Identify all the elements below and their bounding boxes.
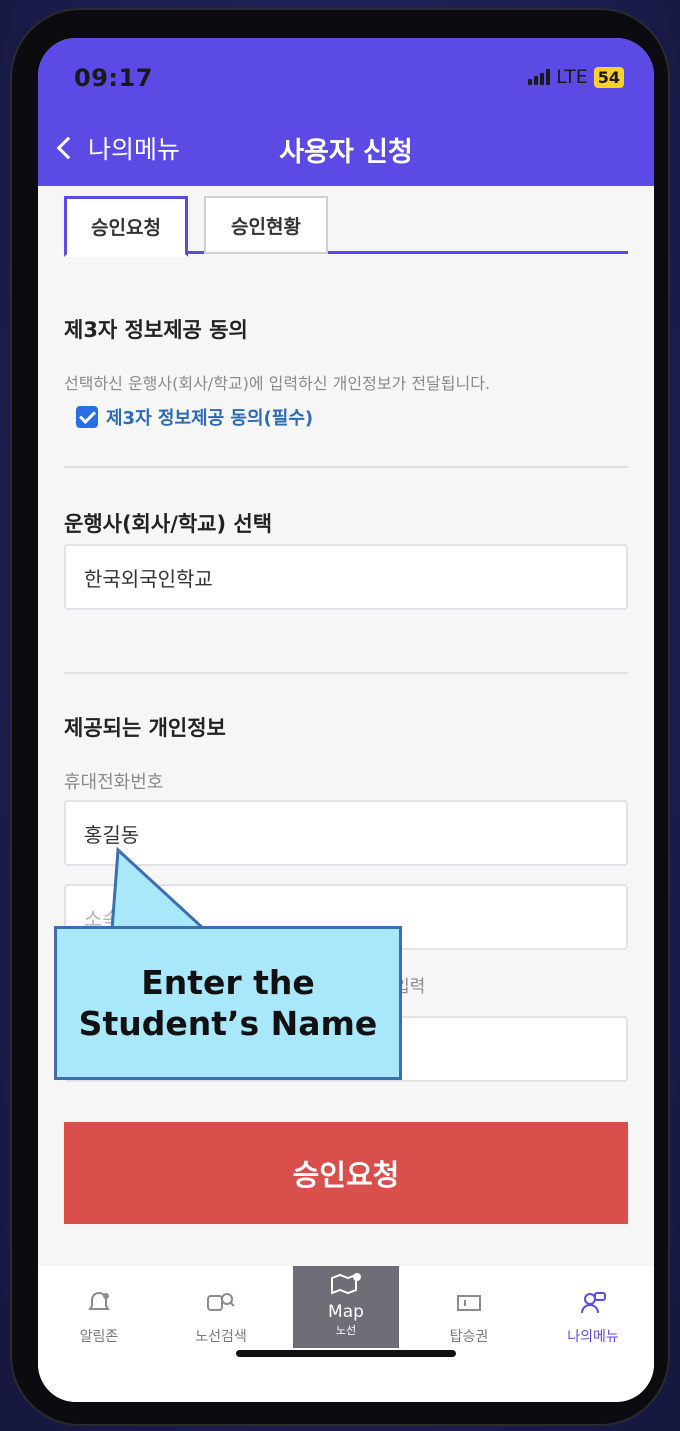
network-label: LTE	[556, 66, 588, 88]
divider	[64, 672, 628, 674]
home-indicator	[236, 1350, 456, 1357]
consent-title: 제3자 정보제공 동의	[64, 318, 248, 342]
nav-label: 탑승권	[449, 1329, 489, 1345]
app-header: 09:17 LTE 54 나의메뉴 사용자 신청	[38, 38, 654, 186]
consent-description: 선택하신 운행사(회사/학교)에 입력하신 개인정보가 전달됩니다.	[64, 374, 491, 393]
map-icon	[293, 1272, 399, 1302]
consent-checkbox-label[interactable]: 제3자 정보제공 동의(필수)	[106, 404, 313, 430]
nav-item-map[interactable]: Map 노선	[293, 1266, 399, 1348]
status-time: 09:17	[74, 64, 153, 92]
app-screen: 09:17 LTE 54 나의메뉴 사용자 신청 승인요청 승인현황 제3자 정…	[38, 38, 654, 1402]
nav-item-alert-zone[interactable]: 알림존	[44, 1276, 154, 1346]
ticket-icon	[454, 1290, 484, 1316]
operator-select[interactable]: 한국외국인학교	[64, 544, 628, 610]
tab-bar: 승인요청 승인현황	[64, 196, 628, 257]
bottom-nav: 알림존 노선검색 Map 노선 탑승권 나의메뉴	[38, 1266, 654, 1402]
name-field[interactable]: 홍길동	[64, 800, 628, 866]
consent-checkbox-row[interactable]: 제3자 정보제공 동의(필수)	[76, 404, 313, 430]
divider	[64, 466, 628, 468]
status-bar-right: LTE 54	[528, 66, 624, 88]
checkbox-checked-icon[interactable]	[76, 406, 98, 428]
page-title: 사용자 신청	[279, 137, 413, 168]
operator-title: 운행사(회사/학교) 선택	[64, 512, 273, 536]
form-content: 승인요청 승인현황 제3자 정보제공 동의 선택하신 운행사(회사/학교)에 입…	[38, 186, 654, 1266]
battery-icon: 54	[593, 66, 624, 88]
signal-icon	[528, 69, 551, 85]
bell-icon	[84, 1290, 114, 1316]
phone-label: 휴대전화번호	[64, 772, 164, 793]
personal-info-title: 제공되는 개인정보	[64, 716, 226, 740]
map-label: Map	[328, 1302, 364, 1322]
nav-label: 나의메뉴	[567, 1329, 619, 1345]
map-sub-label: 노선	[335, 1324, 357, 1337]
submit-approval-button[interactable]: 승인요청	[64, 1122, 628, 1224]
tab-approval-request[interactable]: 승인요청	[64, 196, 188, 257]
nav-item-my-menu[interactable]: 나의메뉴	[538, 1276, 648, 1346]
bus-search-icon	[206, 1290, 236, 1316]
tab-approval-status[interactable]: 승인현황	[204, 196, 328, 254]
user-icon	[578, 1290, 608, 1316]
nav-label: 알림존	[79, 1329, 119, 1345]
nav-item-route-search[interactable]: 노선검색	[166, 1276, 276, 1346]
nav-label: 노선검색	[195, 1329, 247, 1345]
callout-annotation: Enter the Student’s Name	[54, 926, 402, 1080]
callout-text: Enter the Student’s Name	[78, 962, 378, 1043]
nav-item-ticket[interactable]: 탑승권	[414, 1276, 524, 1346]
